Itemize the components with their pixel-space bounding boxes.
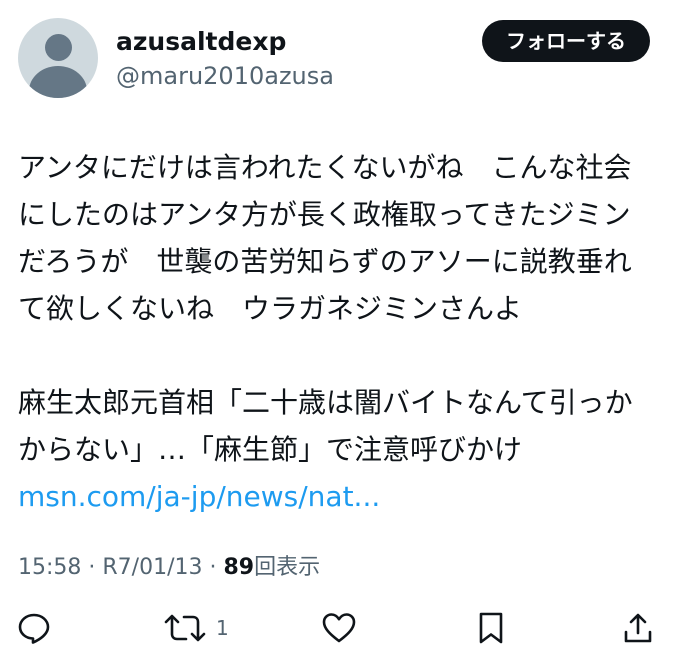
follow-button[interactable]: フォローする xyxy=(482,20,650,62)
retweet-count: 1 xyxy=(216,616,229,640)
article-link[interactable]: msn.com/ja-jp/news/nat... xyxy=(18,473,666,520)
action-bar: 1 xyxy=(0,608,680,648)
meta-separator: · xyxy=(81,555,103,580)
reply-icon xyxy=(18,613,50,644)
quoted-headline-line: からない」…「麻生節」で注意呼びかけ xyxy=(18,433,523,466)
tweet-text-line: て欲しくないね ウラガネジミンさんよ xyxy=(18,292,523,325)
bookmark-button[interactable] xyxy=(476,608,506,648)
views-count: 89 xyxy=(223,555,255,580)
retweet-icon xyxy=(164,614,206,642)
avatar[interactable] xyxy=(18,18,98,98)
heart-icon xyxy=(322,613,356,643)
author-display-name[interactable]: azusaltdexp xyxy=(116,26,286,58)
views-label: 回表示 xyxy=(254,555,321,580)
tweet-meta: 15:58 · R7/01/13 · 89回表示 xyxy=(18,553,320,583)
share-icon xyxy=(624,613,652,643)
tweet-date[interactable]: R7/01/13 xyxy=(102,555,202,580)
tweet-text-line: にしたのはアンタ方が長く政権取ってきたジミン xyxy=(18,198,631,231)
bookmark-icon xyxy=(479,612,503,644)
reply-button[interactable] xyxy=(16,608,52,648)
quoted-headline-line: 麻生太郎元首相「二十歳は闇バイトなんて引っか xyxy=(18,386,633,419)
avatar-body-shape xyxy=(29,66,87,98)
tweet-text-line: アンタにだけは言われたくないがね こんな社会 xyxy=(18,151,632,184)
retweet-button[interactable]: 1 xyxy=(162,608,229,648)
like-button[interactable] xyxy=(320,608,358,648)
tweet-text: アンタにだけは言われたくないがね こんな社会 にしたのはアンタ方が長く政権取って… xyxy=(18,144,666,520)
meta-separator: · xyxy=(202,555,224,580)
avatar-head-shape xyxy=(45,34,72,61)
share-button[interactable] xyxy=(622,608,654,648)
tweet-time[interactable]: 15:58 xyxy=(18,555,81,580)
tweet-text-line: だろうが 世襲の苦労知らずのアソーに説教垂れ xyxy=(18,245,632,278)
author-handle[interactable]: @maru2010azusa xyxy=(116,60,334,92)
tweet-card: azusaltdexp @maru2010azusa フォローする アンタにだけ… xyxy=(0,0,680,662)
